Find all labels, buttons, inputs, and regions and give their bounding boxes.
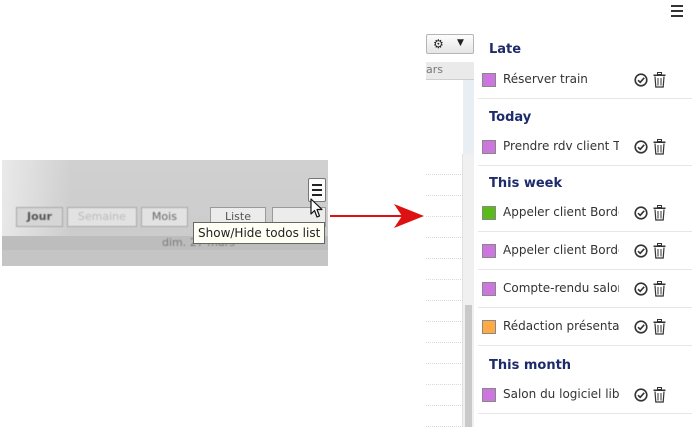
check-circle-icon[interactable]: [634, 244, 648, 258]
inset-week-button[interactable]: Semaine: [66, 207, 137, 227]
todo-color-swatch: [482, 140, 496, 154]
todo-color-swatch: [482, 320, 496, 334]
hamburger-icon: [312, 184, 322, 196]
inset-day-button[interactable]: Jour: [16, 207, 63, 227]
todo-label[interactable]: Réserver train: [503, 72, 619, 86]
chevron-down-icon: ▼: [457, 38, 464, 48]
todo-item[interactable]: Compte-rendu salon: [478, 270, 692, 308]
calendar-header-text: ars: [426, 63, 443, 76]
red-arrow-icon: [330, 204, 424, 228]
inset-month-button[interactable]: Mois: [140, 207, 188, 227]
check-circle-icon[interactable]: [634, 282, 648, 296]
group-title-this-month: This month: [489, 358, 572, 373]
trash-icon[interactable]: [653, 205, 666, 221]
calendar-header: ars: [426, 62, 474, 80]
todo-color-swatch: [482, 206, 496, 220]
todo-label[interactable]: Prendre rdv client Tc: [503, 139, 619, 153]
calendar-grid: [426, 154, 463, 427]
todo-label[interactable]: Compte-rendu salon: [503, 281, 619, 295]
calendar-allday-area: [426, 80, 464, 154]
todo-item[interactable]: Appeler client Borde: [478, 194, 692, 232]
trash-icon[interactable]: [653, 72, 666, 88]
todo-item[interactable]: Prendre rdv client Tc: [478, 128, 692, 166]
inset-view-buttons: Jour Semaine Mois: [16, 207, 188, 227]
group-title-this-week: This week: [489, 176, 563, 191]
check-circle-icon[interactable]: [634, 73, 648, 87]
group-title-late: Late: [489, 42, 522, 57]
todo-item[interactable]: Appeler client Borde: [478, 232, 692, 270]
check-circle-icon[interactable]: [634, 388, 648, 402]
todo-color-swatch: [482, 282, 496, 296]
trash-icon[interactable]: [653, 139, 666, 155]
todo-label[interactable]: Salon du logiciel libi: [503, 387, 619, 401]
group-title-today: Today: [489, 110, 532, 125]
todo-item[interactable]: Salon du logiciel libi: [478, 376, 692, 414]
check-circle-icon[interactable]: [634, 140, 648, 154]
todo-label[interactable]: Rédaction présentat: [503, 319, 619, 333]
todo-label[interactable]: Appeler client Borde: [503, 205, 619, 219]
gear-icon: ⚙: [433, 37, 444, 51]
calendar-allday-scroll: [463, 80, 474, 154]
trash-icon[interactable]: [653, 243, 666, 259]
todo-color-swatch: [482, 244, 496, 258]
todo-label[interactable]: Appeler client Borde: [503, 243, 619, 257]
calendar-gear-button[interactable]: ⚙ ▼: [426, 34, 474, 54]
mouse-cursor-icon: [310, 198, 323, 218]
trash-icon[interactable]: [653, 281, 666, 297]
todo-item[interactable]: Réserver train: [478, 61, 692, 99]
trash-icon[interactable]: [653, 319, 666, 335]
check-circle-icon[interactable]: [634, 320, 648, 334]
trash-icon[interactable]: [653, 387, 666, 403]
todos-toggle-button[interactable]: [671, 5, 683, 19]
inset-lower-band: [2, 250, 328, 266]
zoom-inset: Jour Semaine Mois Liste dim. 27 mars: [2, 160, 328, 266]
check-circle-icon[interactable]: [634, 206, 648, 220]
todos-tooltip: Show/Hide todos list: [193, 222, 326, 244]
todos-panel: Late Réserver train Today Prendre rdv cl…: [474, 34, 692, 427]
todo-item[interactable]: Rédaction présentat: [478, 308, 692, 346]
todo-color-swatch: [482, 73, 496, 87]
todo-color-swatch: [482, 388, 496, 402]
calendar-scrollbar-thumb[interactable]: [465, 305, 472, 427]
